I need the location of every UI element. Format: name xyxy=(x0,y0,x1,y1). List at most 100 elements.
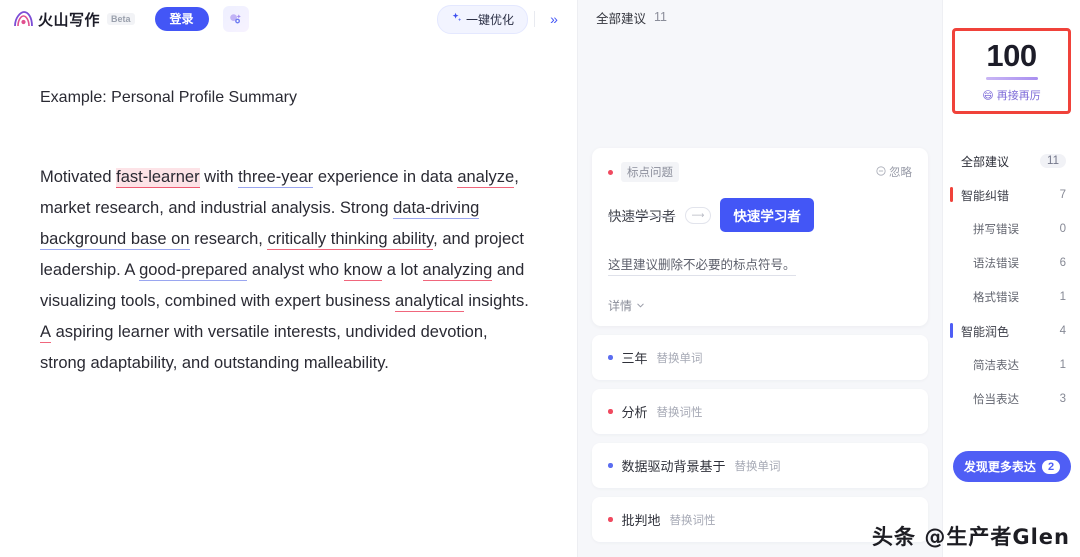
score-progress-bar xyxy=(985,77,1038,80)
category-count: 6 xyxy=(1059,257,1066,269)
category-label: 智能润色 xyxy=(961,324,1010,339)
sidebar-category-智能润色[interactable]: 智能润色 4 xyxy=(943,314,1080,348)
top-toolbar: 火山写作 Beta 登录 一键优化 » xyxy=(0,0,577,38)
document-text-span: research, xyxy=(189,230,268,248)
app-root: 火山写作 Beta 登录 一键优化 » Example: Personal Pr… xyxy=(0,0,1080,557)
category-count: 0 xyxy=(1059,223,1066,235)
document-text-span: experience in data xyxy=(313,168,458,186)
category-tag: 标点问题 xyxy=(621,162,679,182)
sparkle-icon xyxy=(451,12,462,26)
suggestions-scroll-area[interactable]: 标点问题 忽略 快速学习者 ⟶ 快速学习者 这里建议删除不必要的标点符号。 详情… xyxy=(578,34,942,557)
original-word: 快速学习者 xyxy=(608,209,676,224)
category-accent-bar xyxy=(950,323,953,338)
suggestion-list-item[interactable]: 分析 替换词性 xyxy=(592,389,928,434)
sidebar-category-语法错误[interactable]: 语法错误 6 xyxy=(943,246,1080,280)
document-title: Example: Personal Profile Summary xyxy=(40,89,297,106)
document-error-span[interactable]: critically thinking ability xyxy=(267,230,434,250)
sidebar-category-恰当表达[interactable]: 恰当表达 3 xyxy=(943,382,1080,416)
active-suggestion-card[interactable]: 标点问题 忽略 快速学习者 ⟶ 快速学习者 这里建议删除不必要的标点符号。 详情 xyxy=(592,148,928,326)
suggestions-column: 全部建议 11 标点问题 忽略 快速学习者 ⟶ 快速学习者 这里建议删除不必要的… xyxy=(577,0,942,557)
minus-circle-icon xyxy=(876,165,886,179)
document-error-span[interactable]: A xyxy=(40,323,52,343)
watermark: 头条 @生产者Glen xyxy=(872,525,1070,549)
suggestion-operation: 替换词性 xyxy=(669,514,716,527)
ignore-label: 忽略 xyxy=(889,167,912,179)
suggestion-list-item[interactable]: 三年 替换单词 xyxy=(592,335,928,380)
suggestion-type-dot-icon xyxy=(608,409,613,414)
suggestion-word: 分析 xyxy=(621,405,648,420)
document-text-span: analyst who xyxy=(247,261,344,279)
login-button[interactable]: 登录 xyxy=(154,6,209,32)
beta-tag: Beta xyxy=(107,13,135,25)
smile-emoji-icon: 😄 xyxy=(982,89,994,102)
document-error-span[interactable]: analytical xyxy=(394,292,464,312)
score-label-text: 再接再厉 xyxy=(996,90,1041,102)
discover-count-badge: 2 xyxy=(1041,459,1061,474)
suggestion-type-dot-icon xyxy=(608,517,613,522)
document-text-span: Motivated xyxy=(40,168,117,186)
category-count: 3 xyxy=(1059,393,1066,405)
category-label: 恰当表达 xyxy=(973,394,1019,406)
suggestion-items-list: 三年 替换单词 分析 替换词性 数据驱动背景基于 替换单词 批判地 替换词性 xyxy=(592,335,928,542)
card-detail-toggle[interactable]: 详情 xyxy=(608,297,912,314)
category-dot-icon xyxy=(608,169,613,175)
category-count: 1 xyxy=(1059,291,1066,303)
toolbar-divider xyxy=(534,11,535,27)
score-value: 100 xyxy=(986,38,1037,73)
card-detail-label: 详情 xyxy=(608,299,633,313)
double-chevron-right-icon: » xyxy=(550,11,558,27)
document-error-span[interactable]: good-prepared xyxy=(139,261,248,281)
collapse-panel-button[interactable]: » xyxy=(541,6,567,32)
suggestion-operation: 替换词性 xyxy=(656,406,703,419)
document-editor[interactable]: Example: Personal Profile Summary Motiva… xyxy=(0,38,577,557)
category-label: 全部建议 xyxy=(961,154,1010,169)
optimize-label: 一键优化 xyxy=(465,12,514,27)
sidebar-category-全部建议[interactable]: 全部建议 11 xyxy=(943,144,1080,178)
discover-label: 发现更多表达 xyxy=(963,460,1036,474)
brand-name: 火山写作 xyxy=(38,11,101,29)
volcano-logo-icon xyxy=(12,9,34,29)
magic-wand-icon-button[interactable] xyxy=(222,6,249,32)
discover-more-button[interactable]: 发现更多表达 2 xyxy=(953,451,1071,482)
suggestion-type-dot-icon xyxy=(608,355,613,360)
toolbar-right-group: 一键优化 » xyxy=(436,4,567,34)
suggestion-word: 批判地 xyxy=(621,513,661,528)
suggestion-list-item[interactable]: 数据驱动背景基于 替换单词 xyxy=(592,443,928,488)
document-error-span[interactable]: analyze xyxy=(457,168,515,188)
arrow-right-icon: ⟶ xyxy=(684,206,712,224)
document-error-span[interactable]: fast-learner xyxy=(116,168,200,188)
sidebar-category-拼写错误[interactable]: 拼写错误 0 xyxy=(943,212,1080,246)
one-click-optimize-button[interactable]: 一键优化 xyxy=(436,4,528,34)
suggestions-header-title: 全部建议 xyxy=(596,11,647,26)
category-list: 全部建议 11 智能纠错 7 拼写错误 0 语法错误 6 格式错误 1 智能润色 4 简洁表达 1 恰当表达… xyxy=(943,144,1080,416)
suggestions-header: 全部建议 11 xyxy=(578,0,942,34)
brand-logo: 火山写作 Beta xyxy=(12,9,135,30)
category-label: 格式错误 xyxy=(973,292,1019,304)
category-label: 智能纠错 xyxy=(961,188,1010,203)
category-accent-bar xyxy=(950,187,953,202)
apply-replacement-button[interactable]: 快速学习者 xyxy=(720,198,814,232)
document-text-span: aspiring learner with versatile interest… xyxy=(40,323,488,372)
score-box: 100 😄 再接再厉 xyxy=(952,28,1071,114)
category-count: 11 xyxy=(1040,154,1066,168)
score-sidebar: 100 😄 再接再厉 全部建议 11 智能纠错 7 拼写错误 0 语法错误 6 格式错误 1 智能润… xyxy=(942,0,1080,557)
ignore-button[interactable]: 忽略 xyxy=(876,164,912,180)
card-description: 这里建议删除不必要的标点符号。 xyxy=(608,254,796,276)
suggestion-operation: 替换单词 xyxy=(734,460,781,473)
sidebar-category-简洁表达[interactable]: 简洁表达 1 xyxy=(943,348,1080,382)
card-header-row: 标点问题 忽略 xyxy=(608,162,912,182)
sidebar-category-格式错误[interactable]: 格式错误 1 xyxy=(943,280,1080,314)
chevron-down-icon xyxy=(636,299,645,313)
document-error-span[interactable]: three-year xyxy=(238,168,314,188)
document-error-span[interactable]: know xyxy=(343,261,383,281)
suggestions-header-count: 11 xyxy=(654,10,667,24)
category-count: 1 xyxy=(1059,359,1066,371)
document-body[interactable]: Motivated fast-learner with three-year e… xyxy=(40,162,535,379)
document-text-span: insights. xyxy=(463,292,529,310)
category-label: 简洁表达 xyxy=(973,360,1019,372)
card-replacement-row: 快速学习者 ⟶ 快速学习者 xyxy=(608,198,912,232)
suggestion-operation: 替换单词 xyxy=(656,352,703,365)
sidebar-category-智能纠错[interactable]: 智能纠错 7 xyxy=(943,178,1080,212)
document-text-span: a lot xyxy=(382,261,423,279)
document-error-span[interactable]: analyzing xyxy=(422,261,493,281)
